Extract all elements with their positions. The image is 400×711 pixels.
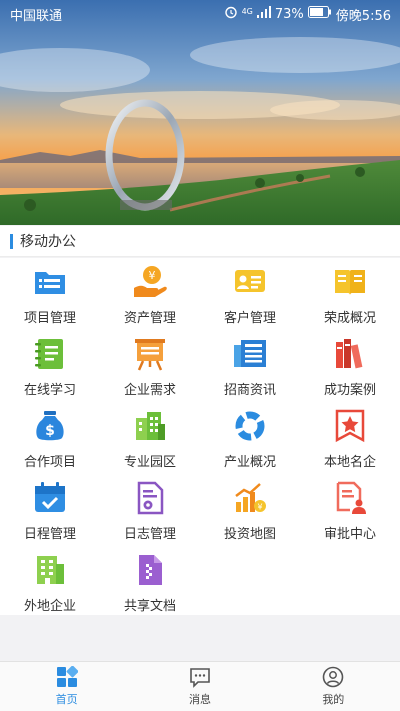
tab-messages[interactable]: 消息 (133, 662, 266, 711)
calendar-icon (35, 482, 65, 512)
grid-item-asset-management[interactable]: ¥ 资产管理 (100, 258, 200, 330)
grid-item-label: 客户管理 (223, 311, 276, 326)
newspaper-icon (234, 340, 266, 367)
tab-home[interactable]: 首页 (0, 662, 133, 711)
growth-chart-icon: ¥ (235, 483, 266, 512)
grid-item-rongcheng-overview[interactable]: 荣成概况 (300, 258, 400, 330)
grid-item-industry-overview[interactable]: 产业概况 (200, 402, 300, 474)
grid-item-label: 产业概况 (223, 455, 276, 470)
approval-stamp-icon (336, 481, 366, 514)
grid-item-local-enterprises[interactable]: 本地名企 (300, 402, 400, 474)
tab-label: 首页 (55, 693, 78, 706)
grid-item-label: 荣成概况 (323, 311, 376, 326)
feature-grid: 项目管理 ¥ 资产管理 客户管理 荣成概况 在线学习 企业需求 招商资讯 成功案… (0, 258, 400, 615)
section-title: 移动办公 (20, 234, 76, 250)
book-icon (335, 270, 365, 295)
clock-time: 傍晚5:56 (335, 8, 391, 24)
grid-item-label: 招商资讯 (223, 383, 276, 398)
tab-label: 消息 (188, 693, 211, 706)
battery-percent: 73% (274, 6, 304, 22)
grid-item-label: 成功案例 (323, 383, 376, 398)
network-type-label: 4G (241, 6, 253, 16)
grid-item-enterprise-demand[interactable]: 企业需求 (100, 330, 200, 402)
grid-item-label: 共享文档 (123, 599, 176, 614)
presentation-board-icon (135, 339, 165, 371)
grid-item-success-cases[interactable]: 成功案例 (300, 330, 400, 402)
grid-item-label: 资产管理 (123, 311, 176, 326)
grid-item-approval-center[interactable]: 审批中心 (300, 474, 400, 546)
home-grid-icon (56, 666, 78, 687)
grid-item-label: 企业需求 (123, 383, 176, 398)
shared-document-icon (139, 555, 162, 585)
alarm-icon (224, 5, 238, 23)
folder-icon (35, 272, 65, 294)
pie-chart-icon (235, 411, 265, 441)
grid-item-label: 在线学习 (23, 383, 76, 398)
grid-item-label: 合作项目 (23, 455, 76, 470)
grid-item-industrial-parks[interactable]: 专业园区 (100, 402, 200, 474)
contact-card-icon (235, 270, 265, 292)
star-badge-icon (335, 409, 365, 443)
hero-banner-image (0, 0, 400, 225)
chat-bubble-icon (190, 668, 210, 688)
grid-item-external-enterprises[interactable]: 外地企业 (0, 546, 100, 618)
section-accent-bar (10, 233, 13, 249)
tab-profile[interactable]: 我的 (267, 662, 400, 711)
money-bag-icon: $ (36, 411, 64, 441)
grid-item-label: 投资地图 (223, 527, 276, 542)
signal-icon (256, 6, 271, 22)
grid-item-label: 本地名企 (323, 455, 376, 470)
grid-item-shared-documents[interactable]: 共享文档 (100, 546, 200, 618)
grid-item-cooperation-projects[interactable]: $ 合作项目 (0, 402, 100, 474)
grid-item-label: 日志管理 (123, 527, 176, 542)
svg-text:$: $ (45, 423, 55, 439)
status-bar: 中国联通 4G 73% 傍晚5:56 (0, 0, 400, 28)
grid-item-schedule-management[interactable]: 日程管理 (0, 474, 100, 546)
grid-item-label: 日程管理 (23, 527, 76, 542)
section-header: 移动办公 (0, 226, 400, 257)
battery-icon (307, 6, 332, 22)
grid-item-log-management[interactable]: 日志管理 (100, 474, 200, 546)
office-building-icon (37, 556, 64, 584)
grid-item-customer-management[interactable]: 客户管理 (200, 258, 300, 330)
svg-text:¥: ¥ (149, 269, 156, 282)
notebook-icon (35, 339, 63, 369)
grid-item-investment-news[interactable]: 招商资讯 (200, 330, 300, 402)
svg-text:¥: ¥ (257, 503, 262, 512)
grid-item-online-learning[interactable]: 在线学习 (0, 330, 100, 402)
tab-label: 我的 (322, 693, 345, 706)
books-icon (336, 339, 363, 369)
buildings-icon (136, 412, 165, 440)
user-icon (323, 666, 344, 688)
money-hand-icon: ¥ (134, 266, 167, 297)
log-settings-icon (137, 481, 164, 515)
carrier-label: 中国联通 (10, 8, 63, 24)
grid-item-label: 项目管理 (23, 311, 76, 326)
grid-item-label: 外地企业 (23, 599, 76, 614)
grid-item-project-management[interactable]: 项目管理 (0, 258, 100, 330)
bottom-tab-bar: 首页 消息 我的 (0, 661, 400, 711)
grid-item-investment-map[interactable]: ¥ 投资地图 (200, 474, 300, 546)
grid-item-label: 专业园区 (123, 455, 176, 470)
grid-item-label: 审批中心 (323, 527, 376, 542)
